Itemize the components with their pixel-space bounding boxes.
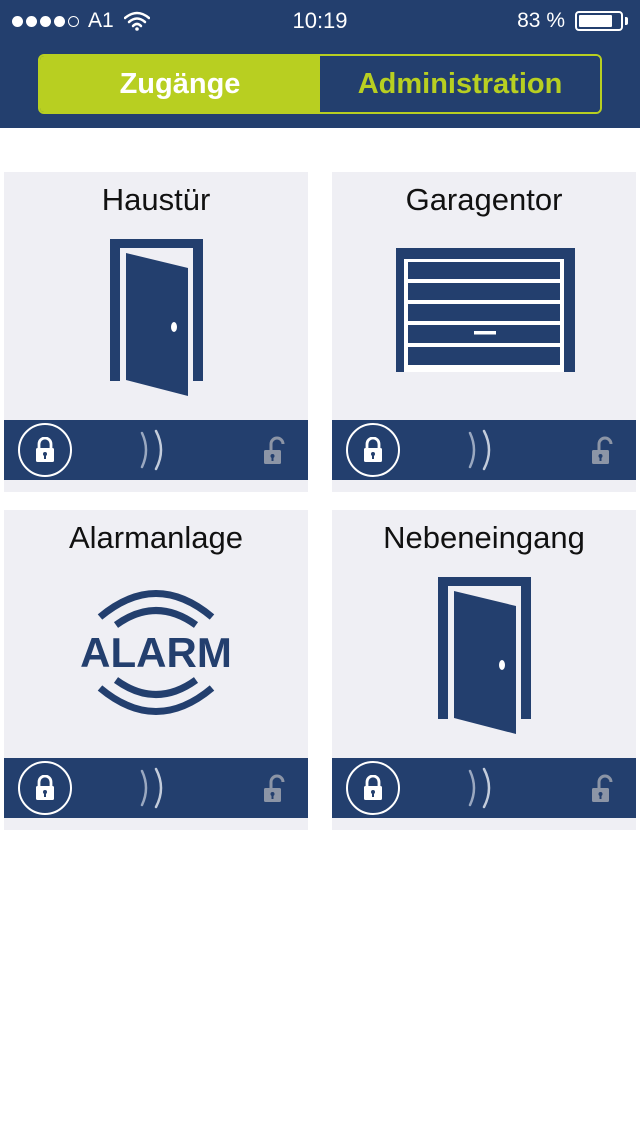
garage-door-icon xyxy=(396,248,575,372)
signal-waves-icon xyxy=(468,767,491,809)
tile-title: Nebeneingang xyxy=(383,520,585,555)
tile-haustuer[interactable]: Haustür xyxy=(4,172,308,492)
lock-icon xyxy=(364,775,382,800)
alarm-icon: ALARM xyxy=(80,590,232,715)
lock-icon xyxy=(36,437,54,462)
tab-zugaenge[interactable]: Zugänge xyxy=(40,56,320,112)
battery-fill xyxy=(579,15,613,27)
lock-button[interactable] xyxy=(346,423,400,477)
unlock-icon[interactable] xyxy=(262,774,288,804)
door-icon xyxy=(438,577,531,734)
battery-tip xyxy=(625,17,628,25)
unlock-icon[interactable] xyxy=(590,774,616,804)
signal-waves-icon xyxy=(140,429,163,471)
signal-waves-icon xyxy=(140,767,163,809)
app-header: A1 10:19 83 % Zugänge Administration xyxy=(0,0,640,128)
door-icon xyxy=(110,239,203,396)
tile-alarmanlage[interactable]: Alarmanlage ALARM xyxy=(4,510,308,830)
tile-title: Alarmanlage xyxy=(68,520,244,555)
signal-waves-icon xyxy=(468,429,491,471)
unlock-icon[interactable] xyxy=(262,436,288,466)
tab-administration[interactable]: Administration xyxy=(320,56,600,112)
battery-percent: 83 % xyxy=(517,9,565,32)
control-bar xyxy=(4,420,308,480)
control-bar xyxy=(332,420,636,480)
lock-button[interactable] xyxy=(346,761,400,815)
tile-title: Haustür xyxy=(101,182,211,217)
lock-button[interactable] xyxy=(18,761,72,815)
tile-garagentor[interactable]: Garagentor xyxy=(332,172,636,492)
tile-title: Garagentor xyxy=(405,182,563,217)
lock-icon xyxy=(36,775,54,800)
control-bar xyxy=(332,758,636,818)
control-bar xyxy=(4,758,308,818)
unlock-icon[interactable] xyxy=(590,436,616,466)
lock-icon xyxy=(364,437,382,462)
lock-button[interactable] xyxy=(18,423,72,477)
battery-status: 83 % xyxy=(517,9,628,33)
status-bar: A1 10:19 83 % xyxy=(0,0,640,40)
tile-nebeneingang[interactable]: Nebeneingang xyxy=(332,510,636,830)
battery-icon xyxy=(575,11,623,31)
section-switcher: Zugänge Administration xyxy=(38,54,602,114)
alarm-icon-text: ALARM xyxy=(80,629,232,676)
